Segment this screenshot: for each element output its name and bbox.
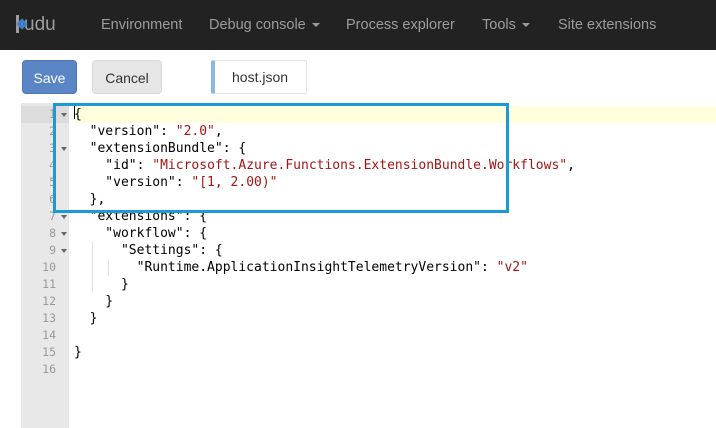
line-number: 13: [21, 310, 69, 327]
fold-toggle-icon[interactable]: [61, 215, 67, 219]
line-number: 8: [21, 225, 69, 242]
nav-environment-label: Environment: [101, 17, 183, 33]
line-number-label: 3: [49, 141, 56, 155]
brand-label: udu: [24, 14, 56, 35]
code-line: }: [74, 277, 129, 292]
nav-environment[interactable]: Environment: [101, 0, 182, 50]
line-number-label: 5: [49, 175, 56, 189]
line-number: 15: [21, 344, 69, 361]
nav-debug-console[interactable]: Debug console: [209, 0, 320, 50]
extensions-highlight-box: [53, 103, 509, 213]
cancel-button[interactable]: Cancel: [92, 60, 162, 94]
nav-site-extensions-label: Site extensions: [558, 17, 657, 33]
line-number-label: 15: [42, 345, 56, 359]
kudu-brand[interactable]: udu: [14, 13, 56, 37]
kudu-logo-icon: [14, 15, 24, 33]
fold-toggle-icon[interactable]: [61, 249, 67, 253]
file-name-tab[interactable]: host.json: [211, 60, 307, 94]
indent-guide: [92, 242, 93, 293]
code-line: "Settings": {: [74, 243, 223, 258]
line-number-label: 8: [49, 226, 56, 240]
nav-debug-console-label: Debug console: [209, 17, 306, 33]
line-number-label: 11: [42, 277, 56, 291]
navbar: udu Environment Debug console Process ex…: [0, 0, 716, 50]
line-number-label: 2: [49, 124, 56, 138]
fold-toggle-icon[interactable]: [61, 232, 67, 236]
line-number: 16: [21, 361, 69, 378]
line-number-label: 12: [42, 294, 56, 308]
line-number: 14: [21, 327, 69, 344]
line-number-label: 1: [49, 107, 56, 121]
line-number-label: 6: [49, 192, 56, 206]
code-line: }: [74, 345, 82, 360]
nav-tools[interactable]: Tools: [482, 0, 530, 50]
line-number-label: 9: [49, 243, 56, 257]
code-line: }: [74, 311, 98, 326]
code-line: "workflow": {: [74, 226, 208, 241]
indent-guide: [108, 259, 109, 276]
save-button[interactable]: Save: [22, 60, 77, 94]
line-number: 12: [21, 293, 69, 310]
nav-process-explorer[interactable]: Process explorer: [346, 0, 455, 50]
line-number-label: 13: [42, 311, 56, 325]
line-number: 11: [21, 276, 69, 293]
line-number: 9: [21, 242, 69, 259]
line-number-label: 7: [49, 209, 56, 223]
code-line: "Runtime.ApplicationInsightTelemetryVers…: [74, 260, 528, 275]
chevron-down-icon: [311, 23, 320, 27]
code-line: }: [74, 294, 114, 309]
nav-site-extensions[interactable]: Site extensions: [558, 0, 656, 50]
line-number: 10: [21, 259, 69, 276]
line-number-label: 14: [42, 328, 56, 342]
chevron-down-icon: [521, 23, 530, 27]
nav-process-explorer-label: Process explorer: [346, 17, 455, 33]
line-number-label: 10: [42, 260, 56, 274]
nav-tools-label: Tools: [482, 17, 516, 33]
line-number-label: 16: [42, 362, 56, 376]
line-number-label: 4: [49, 158, 56, 172]
